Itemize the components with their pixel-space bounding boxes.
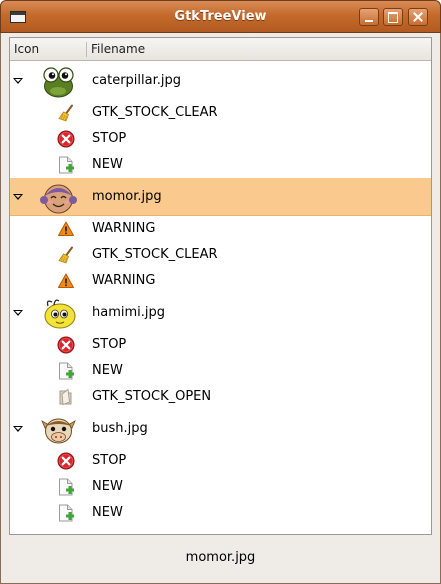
filename-label: momor.jpg: [92, 189, 162, 204]
tree-row-child[interactable]: NEW: [10, 358, 431, 384]
stock-id-label: NEW: [92, 479, 123, 494]
tree-row-child[interactable]: GTK_STOCK_CLEAR: [10, 100, 431, 126]
tree-row-child[interactable]: NEW: [10, 152, 431, 178]
title-bar[interactable]: GtkTreeView: [0, 0, 441, 33]
stock-id-label: WARNING: [92, 273, 156, 288]
bush-face-icon: [40, 412, 77, 446]
stock-id-label: GTK_STOCK_CLEAR: [92, 105, 218, 120]
stock-id-label: NEW: [92, 505, 123, 520]
tree-row-parent[interactable]: caterpillar.jpg: [10, 62, 431, 100]
stock-id-label: STOP: [92, 131, 127, 146]
tree-row-child[interactable]: GTK_STOCK_OPEN: [10, 384, 431, 410]
new-document-icon: [57, 478, 75, 496]
caterpillar-face-icon: [40, 64, 77, 98]
close-button[interactable]: [408, 8, 428, 26]
new-document-icon: [57, 504, 75, 522]
stock-id-label: NEW: [92, 157, 123, 172]
broom-clear-icon: [57, 246, 75, 264]
open-icon: [57, 388, 75, 406]
tree-row-child[interactable]: NEW: [10, 474, 431, 500]
column-header-icon[interactable]: Icon: [14, 42, 39, 56]
tree-row-parent[interactable]: momor.jpg: [10, 178, 431, 216]
tree-row-child[interactable]: NEW: [10, 500, 431, 526]
filename-label: bush.jpg: [92, 421, 148, 436]
stock-id-label: WARNING: [92, 221, 156, 236]
status-label: momor.jpg: [185, 550, 256, 565]
warning-icon: [57, 220, 75, 238]
expander-arrow-icon[interactable]: [13, 194, 23, 200]
column-header-filename[interactable]: Filename: [91, 42, 145, 56]
tree-header: Icon Filename: [10, 38, 431, 61]
new-document-icon: [57, 156, 75, 174]
new-document-icon: [57, 362, 75, 380]
maximize-button[interactable]: [383, 8, 403, 26]
expander-arrow-icon[interactable]: [13, 426, 23, 432]
column-separator[interactable]: [86, 42, 87, 57]
stock-id-label: GTK_STOCK_OPEN: [92, 389, 212, 404]
expander-arrow-icon[interactable]: [13, 310, 23, 316]
window-client-area: Icon Filename caterpillar.jpg GTK_STOCK_…: [0, 33, 441, 584]
tree-row-child[interactable]: GTK_STOCK_CLEAR: [10, 242, 431, 268]
stop-icon: [57, 336, 75, 354]
stock-id-label: STOP: [92, 337, 127, 352]
tree-row-child[interactable]: WARNING: [10, 268, 431, 294]
warning-icon: [57, 272, 75, 290]
tree-row-child[interactable]: STOP: [10, 332, 431, 358]
tree-row-child[interactable]: STOP: [10, 448, 431, 474]
tree-view[interactable]: Icon Filename caterpillar.jpg GTK_STOCK_…: [9, 37, 432, 535]
expander-arrow-icon[interactable]: [13, 78, 23, 84]
stock-id-label: GTK_STOCK_CLEAR: [92, 247, 218, 262]
stock-id-label: NEW: [92, 363, 123, 378]
gtk-window: GtkTreeView Icon Filename caterpillar.jp…: [0, 0, 441, 584]
filename-label: hamimi.jpg: [92, 305, 166, 320]
tree-row-parent[interactable]: hamimi.jpg: [10, 294, 431, 332]
minimize-button[interactable]: [359, 8, 379, 26]
broom-clear-icon: [57, 104, 75, 122]
filename-label: caterpillar.jpg: [92, 73, 182, 88]
tree-row-parent[interactable]: bush.jpg: [10, 410, 431, 448]
tree-row-child[interactable]: STOP: [10, 126, 431, 152]
momor-face-icon: [40, 180, 77, 214]
hamimi-face-icon: [40, 296, 77, 330]
stop-icon: [57, 452, 75, 470]
stock-id-label: STOP: [92, 453, 127, 468]
stop-icon: [57, 130, 75, 148]
tree-row-child[interactable]: WARNING: [10, 216, 431, 242]
